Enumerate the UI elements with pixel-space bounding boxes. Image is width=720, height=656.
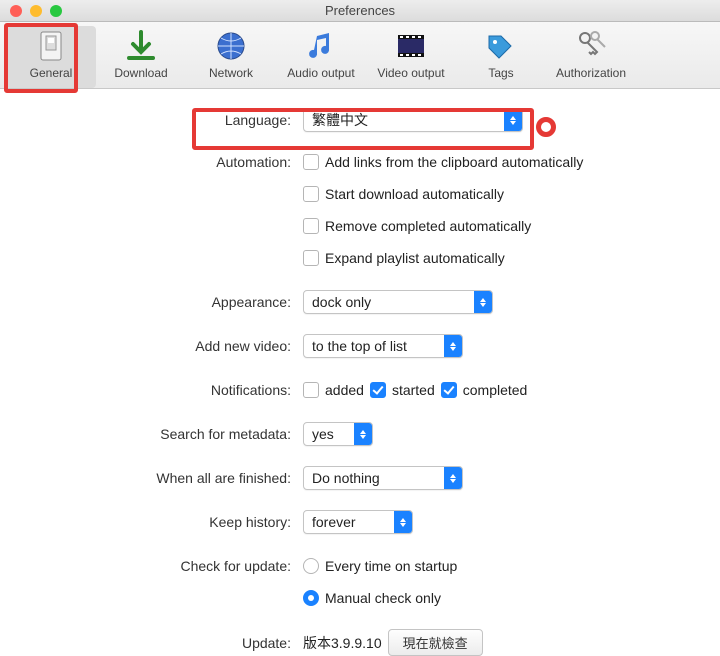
select-value: yes <box>304 426 354 442</box>
checkbox-label: Start download automatically <box>325 186 504 202</box>
toolbar: General Download Network Audio output Vi… <box>0 22 720 89</box>
label-add-new-video: Add new video: <box>30 338 295 354</box>
preferences-content: Language: 繁體中文 Automation: Add links fro… <box>0 89 720 656</box>
language-select[interactable]: 繁體中文 <box>303 108 523 132</box>
tab-label: Network <box>209 66 253 80</box>
tab-general[interactable]: General <box>6 26 96 88</box>
music-note-icon <box>305 30 337 62</box>
checkbox-auto-expand-playlist[interactable] <box>303 250 319 266</box>
chevron-updown-icon <box>394 511 412 533</box>
label-language: Language: <box>30 112 295 128</box>
chevron-updown-icon <box>474 291 492 313</box>
checkbox-notif-started[interactable] <box>370 382 386 398</box>
when-finished-select[interactable]: Do nothing <box>303 466 463 490</box>
checkbox-label: Add links from the clipboard automatical… <box>325 154 583 170</box>
label-when-finished: When all are finished: <box>30 470 295 486</box>
checkbox-notif-added[interactable] <box>303 382 319 398</box>
checkbox-label: started <box>392 382 435 398</box>
checkbox-notif-completed[interactable] <box>441 382 457 398</box>
select-value: to the top of list <box>304 338 444 354</box>
film-icon <box>395 30 427 62</box>
tab-label: Video output <box>377 66 444 80</box>
window-title: Preferences <box>0 3 720 18</box>
checkbox-auto-start-download[interactable] <box>303 186 319 202</box>
checkbox-label: Expand playlist automatically <box>325 250 505 266</box>
keep-history-select[interactable]: forever <box>303 510 413 534</box>
label-search-metadata: Search for metadata: <box>30 426 295 442</box>
select-value: Do nothing <box>304 470 444 486</box>
checkbox-auto-remove-completed[interactable] <box>303 218 319 234</box>
select-value: forever <box>304 514 394 530</box>
radio-label: Every time on startup <box>325 558 457 574</box>
select-value: dock only <box>304 294 474 310</box>
add-new-video-select[interactable]: to the top of list <box>303 334 463 358</box>
tab-label: Authorization <box>556 66 626 80</box>
chevron-updown-icon <box>504 109 522 131</box>
select-value: 繁體中文 <box>304 110 504 130</box>
tab-network[interactable]: Network <box>186 26 276 88</box>
radio-label: Manual check only <box>325 590 441 606</box>
chevron-updown-icon <box>444 335 462 357</box>
checkbox-label: completed <box>463 382 528 398</box>
keys-icon <box>575 30 607 62</box>
appearance-select[interactable]: dock only <box>303 290 493 314</box>
tag-icon <box>485 30 517 62</box>
search-metadata-select[interactable]: yes <box>303 422 373 446</box>
switch-icon <box>35 30 67 62</box>
label-automation: Automation: <box>30 154 295 170</box>
tab-audio-output[interactable]: Audio output <box>276 26 366 88</box>
tab-download[interactable]: Download <box>96 26 186 88</box>
globe-icon <box>215 30 247 62</box>
checkbox-auto-add-links[interactable] <box>303 154 319 170</box>
label-appearance: Appearance: <box>30 294 295 310</box>
chevron-updown-icon <box>354 423 372 445</box>
tab-label: Tags <box>488 66 513 80</box>
checkbox-label: added <box>325 382 364 398</box>
tab-label: Download <box>114 66 167 80</box>
tab-video-output[interactable]: Video output <box>366 26 456 88</box>
checkbox-label: Remove completed automatically <box>325 218 531 234</box>
tab-tags[interactable]: Tags <box>456 26 546 88</box>
titlebar: Preferences <box>0 0 720 22</box>
tab-authorization[interactable]: Authorization <box>546 26 636 88</box>
label-notifications: Notifications: <box>30 382 295 398</box>
download-icon <box>125 30 157 62</box>
label-keep-history: Keep history: <box>30 514 295 530</box>
radio-update-manual[interactable] <box>303 590 319 606</box>
label-check-update: Check for update: <box>30 558 295 574</box>
tab-label: Audio output <box>287 66 354 80</box>
radio-update-every-startup[interactable] <box>303 558 319 574</box>
tab-label: General <box>30 66 73 80</box>
chevron-updown-icon <box>444 467 462 489</box>
